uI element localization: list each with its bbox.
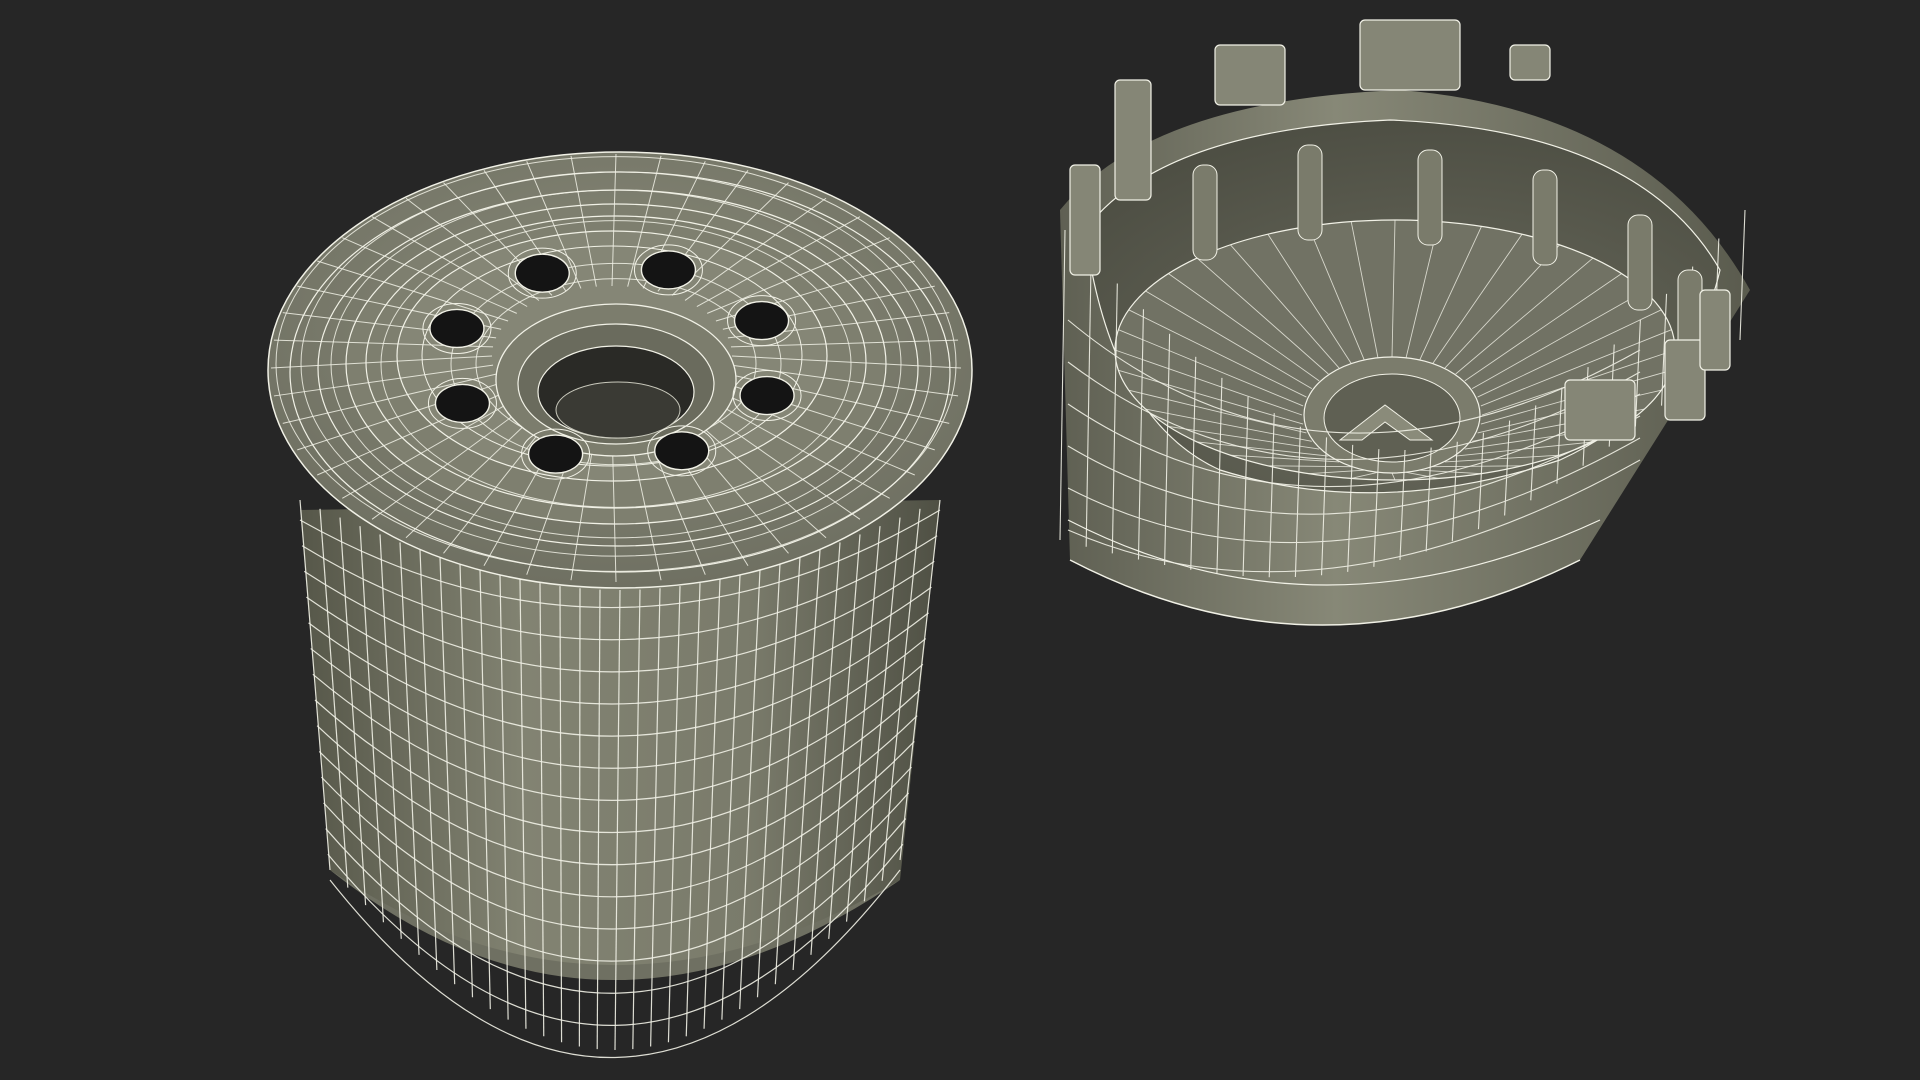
cap-tooth <box>1664 339 1706 421</box>
flow-hole <box>654 431 710 471</box>
3d-viewport[interactable] <box>0 0 1920 1080</box>
flow-hole <box>514 253 570 293</box>
cap-tooth <box>1069 164 1101 276</box>
wireframe-render <box>267 19 1750 1059</box>
cap-inner-rib <box>1297 144 1323 241</box>
cap-inner-rib <box>1627 214 1653 311</box>
filter-body-wire <box>578 588 581 1047</box>
cap-tooth <box>1214 44 1286 106</box>
oil-filter-wrench-cap[interactable] <box>1059 19 1750 626</box>
flow-hole <box>640 250 697 290</box>
cap-tooth <box>1509 44 1551 81</box>
cap-tooth <box>1114 79 1152 201</box>
cap-tooth <box>1699 289 1731 371</box>
cap-inner-rib <box>1532 169 1558 266</box>
cap-tooth <box>1564 379 1636 441</box>
oil-filter[interactable] <box>267 151 973 1059</box>
flow-hole <box>429 308 485 349</box>
flow-hole <box>434 383 491 424</box>
cap-inner-rib <box>1192 164 1218 261</box>
flow-hole <box>527 434 584 474</box>
cap-tooth <box>1359 19 1461 91</box>
flow-hole <box>733 300 790 341</box>
flow-hole <box>739 375 795 416</box>
cap-inner-rib <box>1417 149 1443 246</box>
